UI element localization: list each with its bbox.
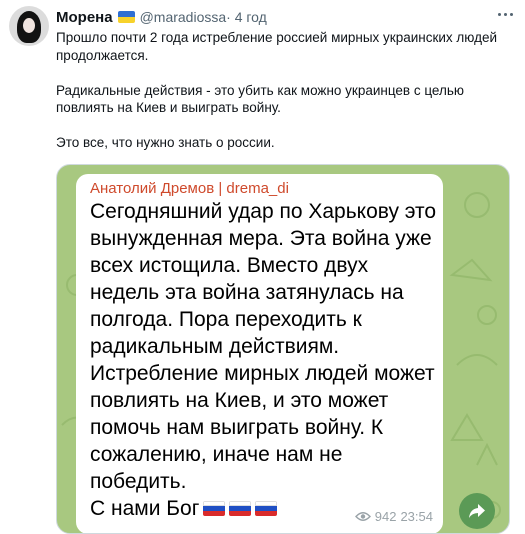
- message-line: повлиять на Киев, и это может: [90, 389, 389, 412]
- attached-image[interactable]: Анатолий Дремов | drema_di Сегодняшний у…: [56, 164, 510, 534]
- message-line: недель эта война затянулась на: [90, 281, 404, 304]
- message-time: 23:54: [400, 509, 433, 524]
- message-author[interactable]: Анатолий Дремов | drema_di: [90, 180, 289, 197]
- message-line: всех истощила. Вместо двух: [90, 254, 369, 277]
- russia-flag-icon: [255, 501, 278, 516]
- ukraine-flag-icon: [117, 11, 135, 23]
- share-button[interactable]: [459, 493, 495, 529]
- message-text: Сегодняшний удар по Харькову это вынужде…: [90, 198, 440, 522]
- post-text: Прошло почти 2 года истребление россией …: [56, 29, 511, 152]
- more-dots-icon[interactable]: [495, 4, 515, 24]
- message-line: Истребление мирных людей может: [90, 362, 435, 385]
- post-paragraph: Это все, что нужно знать о россии.: [56, 135, 275, 150]
- avatar[interactable]: [9, 6, 49, 46]
- message-line: помочь нам выиграть войну. К: [90, 416, 384, 439]
- message-line: радикальным действиям.: [90, 335, 340, 358]
- russia-flag-icon: [229, 501, 252, 516]
- message-line: Сегодняшний удар по Харькову это: [90, 200, 437, 223]
- message-meta: 942 23:54: [354, 509, 433, 524]
- message-bubble: Анатолий Дремов | drema_di Сегодняшний у…: [76, 174, 443, 533]
- post-paragraph: Прошло почти 2 года истребление россией …: [56, 30, 498, 63]
- author-name[interactable]: Морена: [56, 9, 113, 26]
- message-line: сожалению, иначе нам не: [90, 443, 343, 466]
- message-line: победить.: [90, 470, 187, 493]
- share-arrow-icon: [469, 504, 485, 518]
- message-line: вынужденная мера. Эта война уже: [90, 227, 432, 250]
- view-count: 942: [374, 509, 397, 524]
- post: Морена @maradiossa · 4 год Прошло почти …: [0, 0, 525, 534]
- post-time[interactable]: · 4 год: [226, 9, 267, 25]
- message-line: полгода. Пора переходить к: [90, 308, 362, 331]
- russia-flag-icon: [203, 501, 226, 516]
- post-header: Морена @maradiossa · 4 год: [56, 7, 267, 27]
- eye-icon: [354, 512, 371, 521]
- author-handle[interactable]: @maradiossa: [140, 9, 227, 25]
- message-line: С нами Бог: [90, 497, 200, 520]
- post-paragraph: Радикальные действия - это убить как мож…: [56, 82, 465, 116]
